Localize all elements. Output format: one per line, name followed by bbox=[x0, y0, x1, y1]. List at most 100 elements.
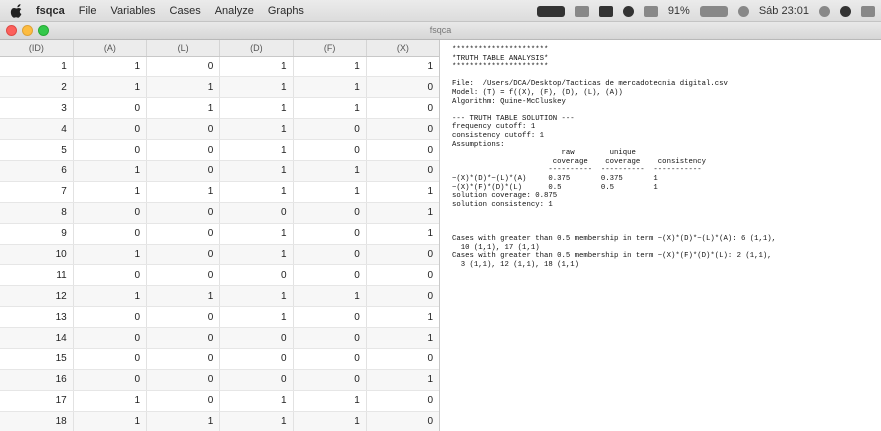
grid-cell-id[interactable]: 10 bbox=[0, 244, 74, 266]
column-header-id[interactable]: (ID) bbox=[0, 40, 74, 57]
grid-cell-id[interactable]: 15 bbox=[0, 348, 74, 370]
grid-cell-l[interactable]: 0 bbox=[146, 264, 221, 287]
grid-cell-d[interactable]: 1 bbox=[219, 139, 294, 161]
grid-cell-f[interactable]: 0 bbox=[293, 264, 367, 287]
grid-cell-id[interactable]: 11 bbox=[0, 264, 74, 287]
grid-cell-x[interactable]: 0 bbox=[366, 348, 439, 370]
grid-cell-f[interactable]: 0 bbox=[293, 327, 367, 349]
grid-cell-a[interactable]: 1 bbox=[73, 160, 148, 182]
grid-cell-a[interactable]: 1 bbox=[73, 285, 148, 308]
grid-cell-f[interactable]: 0 bbox=[293, 223, 367, 245]
grid-cell-f[interactable]: 0 bbox=[293, 306, 367, 329]
grid-cell-id[interactable]: 14 bbox=[0, 327, 74, 349]
grid-cell-d[interactable]: 1 bbox=[219, 160, 294, 182]
grid-cell-x[interactable]: 0 bbox=[366, 160, 439, 182]
grid-cell-x[interactable]: 0 bbox=[366, 139, 439, 161]
time-machine-icon[interactable] bbox=[737, 5, 749, 17]
grid-cell-a[interactable]: 0 bbox=[73, 327, 148, 349]
grid-cell-d[interactable]: 1 bbox=[219, 56, 294, 78]
grid-cell-d[interactable]: 0 bbox=[219, 369, 294, 391]
grid-cell-id[interactable]: 12 bbox=[0, 285, 74, 308]
grid-cell-d[interactable]: 1 bbox=[219, 223, 294, 245]
grid-cell-id[interactable]: 4 bbox=[0, 118, 74, 141]
grid-cell-d[interactable]: 1 bbox=[219, 411, 294, 431]
grid-cell-id[interactable]: 1 bbox=[0, 56, 74, 78]
grid-cell-l[interactable]: 0 bbox=[146, 306, 221, 329]
grid-cell-f[interactable]: 0 bbox=[293, 369, 367, 391]
grid-cell-a[interactable]: 1 bbox=[73, 244, 148, 266]
grid-cell-f[interactable]: 1 bbox=[293, 160, 367, 182]
grid-cell-f[interactable]: 1 bbox=[293, 97, 367, 120]
grid-cell-a[interactable]: 1 bbox=[73, 390, 148, 412]
grid-cell-d[interactable]: 1 bbox=[219, 97, 294, 120]
column-header-f[interactable]: (F) bbox=[293, 40, 367, 57]
grid-cell-d[interactable]: 0 bbox=[219, 264, 294, 287]
grid-cell-l[interactable]: 0 bbox=[146, 118, 221, 141]
grid-cell-l[interactable]: 0 bbox=[146, 348, 221, 370]
grid-cell-l[interactable]: 1 bbox=[146, 97, 221, 120]
apple-icon[interactable] bbox=[10, 3, 24, 18]
grid-cell-f[interactable]: 1 bbox=[293, 390, 367, 412]
grid-cell-a[interactable]: 1 bbox=[73, 181, 148, 203]
grid-cell-f[interactable]: 1 bbox=[293, 56, 367, 78]
grid-cell-x[interactable]: 1 bbox=[366, 327, 439, 349]
grid-cell-d[interactable]: 0 bbox=[219, 327, 294, 349]
cast-icon[interactable] bbox=[598, 5, 613, 17]
menu-cases[interactable]: Cases bbox=[170, 5, 201, 17]
grid-cell-f[interactable]: 1 bbox=[293, 411, 367, 431]
grid-cell-x[interactable]: 1 bbox=[366, 56, 439, 78]
grid-cell-a[interactable]: 0 bbox=[73, 139, 148, 161]
grid-cell-l[interactable]: 0 bbox=[146, 223, 221, 245]
grid-cell-d[interactable]: 1 bbox=[219, 285, 294, 308]
grid-cell-x[interactable]: 0 bbox=[366, 264, 439, 287]
menu-variables[interactable]: Variables bbox=[110, 5, 155, 17]
analysis-output-pane[interactable]: ********************** *TRUTH TABLE ANALY… bbox=[441, 40, 881, 431]
grid-cell-id[interactable]: 8 bbox=[0, 202, 74, 224]
grid-cell-f[interactable]: 0 bbox=[293, 139, 367, 161]
grid-cell-l[interactable]: 0 bbox=[146, 56, 221, 78]
menu-app-name[interactable]: fsqca bbox=[36, 5, 65, 17]
grid-cell-x[interactable]: 0 bbox=[366, 411, 439, 431]
spotlight-search-icon[interactable] bbox=[819, 5, 830, 17]
app-status-icon[interactable] bbox=[622, 5, 634, 17]
grid-cell-d[interactable]: 1 bbox=[219, 306, 294, 329]
grid-cell-id[interactable]: 13 bbox=[0, 306, 74, 329]
grid-cell-x[interactable]: 0 bbox=[366, 390, 439, 412]
grid-cell-x[interactable]: 1 bbox=[366, 306, 439, 329]
grid-cell-l[interactable]: 0 bbox=[146, 202, 221, 224]
grid-cell-x[interactable]: 0 bbox=[366, 244, 439, 266]
wifi-icon[interactable] bbox=[643, 5, 658, 17]
grid-cell-x[interactable]: 0 bbox=[366, 97, 439, 120]
grid-cell-l[interactable]: 1 bbox=[146, 411, 221, 431]
column-header-l[interactable]: (L) bbox=[146, 40, 221, 57]
grid-cell-x[interactable]: 0 bbox=[366, 285, 439, 308]
grid-cell-a[interactable]: 0 bbox=[73, 97, 148, 120]
grid-cell-x[interactable]: 1 bbox=[366, 202, 439, 224]
grid-cell-d[interactable]: 1 bbox=[219, 118, 294, 141]
grid-cell-l[interactable]: 0 bbox=[146, 160, 221, 182]
column-header-x[interactable]: (X) bbox=[366, 40, 439, 57]
grid-cell-l[interactable]: 0 bbox=[146, 244, 221, 266]
grid-cell-f[interactable]: 1 bbox=[293, 285, 367, 308]
grid-cell-d[interactable]: 1 bbox=[219, 76, 294, 99]
menubar-clock[interactable]: Sáb 23:01 bbox=[759, 5, 809, 17]
grid-cell-a[interactable]: 0 bbox=[73, 369, 148, 391]
grid-cell-d[interactable]: 1 bbox=[219, 390, 294, 412]
display-icon[interactable] bbox=[574, 5, 589, 17]
grid-cell-id[interactable]: 17 bbox=[0, 390, 74, 412]
grid-cell-x[interactable]: 1 bbox=[366, 181, 439, 203]
notification-center-icon[interactable] bbox=[861, 5, 875, 17]
grid-cell-l[interactable]: 0 bbox=[146, 390, 221, 412]
grid-cell-a[interactable]: 0 bbox=[73, 306, 148, 329]
grid-cell-a[interactable]: 0 bbox=[73, 118, 148, 141]
grid-cell-id[interactable]: 7 bbox=[0, 181, 74, 203]
grid-cell-a[interactable]: 0 bbox=[73, 223, 148, 245]
grid-cell-f[interactable]: 0 bbox=[293, 202, 367, 224]
grid-cell-l[interactable]: 1 bbox=[146, 181, 221, 203]
grid-cell-x[interactable]: 0 bbox=[366, 118, 439, 141]
battery-icon[interactable] bbox=[699, 5, 728, 17]
grid-cell-id[interactable]: 3 bbox=[0, 97, 74, 120]
grid-cell-l[interactable]: 1 bbox=[146, 76, 221, 99]
menu-graphs[interactable]: Graphs bbox=[268, 5, 304, 17]
grid-cell-a[interactable]: 1 bbox=[73, 411, 148, 431]
